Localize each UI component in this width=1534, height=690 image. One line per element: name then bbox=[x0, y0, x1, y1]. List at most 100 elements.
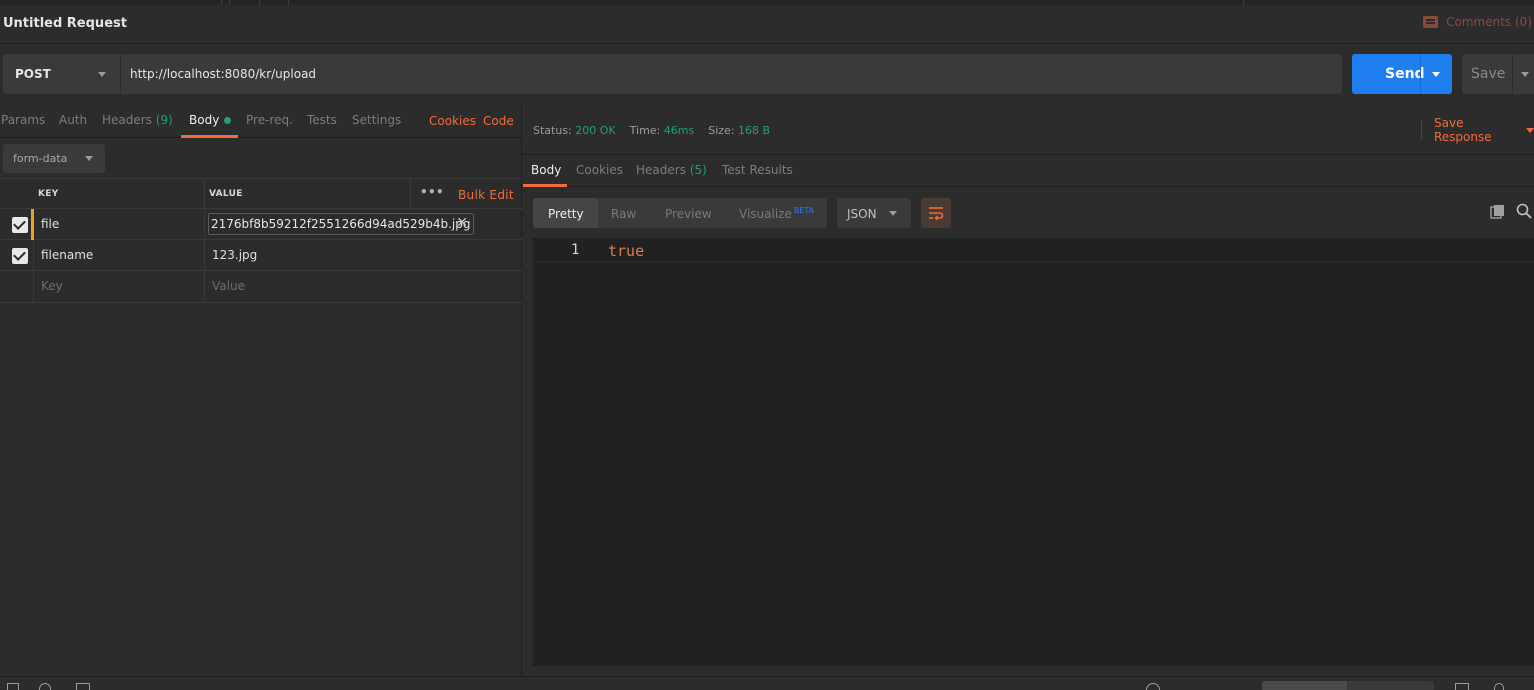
value-input[interactable]: Value bbox=[212, 279, 245, 293]
tab-separator bbox=[229, 0, 230, 5]
bulk-edit-link[interactable]: Bulk Edit bbox=[458, 188, 514, 202]
status-label: Status: bbox=[533, 124, 572, 137]
code-link[interactable]: Code bbox=[483, 114, 514, 128]
save-button[interactable]: Save bbox=[1462, 54, 1534, 94]
tab-response-headers[interactable]: Headers (5) bbox=[636, 163, 707, 177]
tab-response-cookies[interactable]: Cookies bbox=[576, 163, 623, 177]
build-browse-toggle[interactable] bbox=[1262, 681, 1434, 690]
response-meta: Status: 200 OK Time: 46ms Size: 168 B bbox=[533, 124, 770, 137]
pretty-label[interactable]: Pretty bbox=[548, 207, 584, 221]
tab-separator bbox=[221, 0, 222, 5]
send-divider bbox=[1420, 54, 1421, 94]
table-row: filename 123.jpg bbox=[0, 240, 522, 271]
tab-test-results[interactable]: Test Results bbox=[722, 163, 793, 177]
send-options-chevron-icon[interactable] bbox=[1432, 72, 1440, 77]
tab-settings[interactable]: Settings bbox=[352, 113, 401, 127]
url-value: http://localhost:8080/kr/upload bbox=[130, 67, 317, 81]
form-data-table: KEY VALUE ••• Bulk Edit file 2176bf8b592… bbox=[0, 178, 522, 303]
method-select[interactable]: POST bbox=[3, 54, 121, 94]
request-tabs: Params Auth Headers (9) Body Pre-req. Te… bbox=[0, 104, 522, 138]
row-checkbox[interactable] bbox=[12, 248, 28, 264]
tab-separator bbox=[259, 0, 260, 5]
save-divider bbox=[1512, 54, 1513, 94]
method-value: POST bbox=[15, 67, 51, 81]
comments-label: Comments (0) bbox=[1446, 15, 1532, 29]
file-chip[interactable]: 2176bf8b59212f2551266d94ad529b4b.jpg ✕ bbox=[208, 213, 474, 235]
language-value: JSON bbox=[847, 207, 877, 221]
time-label: Time: bbox=[629, 124, 661, 137]
save-response-button[interactable]: Save Response bbox=[1421, 116, 1534, 144]
sidebar-toggle-icon[interactable] bbox=[7, 683, 19, 690]
time-value[interactable]: 46ms bbox=[664, 124, 694, 137]
active-tab-underline bbox=[523, 184, 567, 187]
save-options-chevron-icon[interactable] bbox=[1521, 72, 1529, 77]
build-tab[interactable] bbox=[1262, 681, 1347, 690]
beta-badge: BETA bbox=[793, 206, 815, 215]
tab-params[interactable]: Params bbox=[1, 113, 45, 127]
chevron-down-icon bbox=[85, 156, 93, 161]
table-header: KEY VALUE ••• Bulk Edit bbox=[0, 178, 522, 209]
table-row: file 2176bf8b59212f2551266d94ad529b4b.jp… bbox=[0, 209, 522, 240]
tab-response-body[interactable]: Body bbox=[531, 163, 561, 177]
two-pane-icon[interactable] bbox=[1455, 683, 1469, 690]
console-icon[interactable] bbox=[76, 683, 90, 690]
more-options-icon[interactable]: ••• bbox=[420, 185, 444, 199]
wrap-icon bbox=[929, 207, 944, 221]
line-number: 1 bbox=[571, 242, 580, 258]
save-label: Save bbox=[1471, 66, 1506, 82]
status-value[interactable]: 200 OK bbox=[575, 124, 615, 137]
key-input[interactable]: Key bbox=[41, 279, 63, 293]
row-key[interactable]: file bbox=[41, 217, 59, 231]
comments-button[interactable]: Comments (0) bbox=[1423, 15, 1532, 29]
editor-current-line bbox=[533, 238, 1534, 262]
active-tab-underline bbox=[181, 135, 238, 138]
save-response-label: Save Response bbox=[1434, 116, 1492, 144]
preview-button[interactable]: Preview bbox=[665, 207, 712, 221]
visualize-label: Visualize bbox=[739, 207, 792, 221]
wrap-lines-button[interactable] bbox=[921, 198, 951, 228]
chevron-down-icon bbox=[1526, 127, 1534, 133]
search-icon[interactable] bbox=[1516, 203, 1532, 219]
chevron-down-icon bbox=[889, 211, 897, 216]
size-label: Size: bbox=[708, 124, 735, 137]
cookies-link[interactable]: Cookies bbox=[429, 114, 476, 128]
tab-headers-label: Headers bbox=[102, 113, 152, 127]
bootcamp-icon[interactable] bbox=[1146, 683, 1160, 690]
language-select[interactable]: JSON bbox=[837, 198, 911, 228]
send-button[interactable]: Send bbox=[1352, 54, 1452, 94]
body-mode-select[interactable]: form-data bbox=[3, 144, 105, 173]
response-tabs: Body Cookies Headers (5) Test Results bbox=[522, 154, 1534, 187]
tab-response-headers-count: (5) bbox=[689, 163, 707, 177]
response-content[interactable]: true bbox=[608, 242, 644, 260]
help-icon[interactable] bbox=[1494, 683, 1504, 690]
tab-prereq[interactable]: Pre-req. bbox=[246, 113, 293, 127]
response-body-editor[interactable] bbox=[533, 238, 1534, 666]
tab-separator bbox=[1243, 0, 1244, 5]
chevron-down-icon bbox=[98, 72, 106, 77]
tab-strip bbox=[0, 0, 1534, 5]
find-icon[interactable] bbox=[39, 683, 51, 690]
tab-body[interactable]: Body bbox=[189, 113, 232, 127]
column-value: VALUE bbox=[209, 189, 243, 199]
table-row-new: Key Value bbox=[0, 271, 522, 303]
body-mode-value: form-data bbox=[13, 152, 68, 165]
row-checkbox[interactable] bbox=[12, 217, 28, 233]
raw-button[interactable]: Raw bbox=[611, 207, 636, 221]
tab-auth[interactable]: Auth bbox=[59, 113, 87, 127]
row-key[interactable]: filename bbox=[41, 248, 93, 262]
row-value[interactable]: 123.jpg bbox=[212, 248, 257, 262]
request-title[interactable]: Untitled Request bbox=[3, 16, 127, 31]
title-bar bbox=[0, 0, 1534, 44]
tab-headers[interactable]: Headers (9) bbox=[102, 113, 173, 127]
close-icon[interactable]: ✕ bbox=[456, 215, 468, 231]
body-indicator-dot bbox=[224, 117, 232, 124]
row-active-indicator bbox=[31, 209, 34, 240]
url-input[interactable]: http://localhost:8080/kr/upload bbox=[121, 54, 1342, 94]
tab-tests[interactable]: Tests bbox=[307, 113, 337, 127]
copy-icon[interactable] bbox=[1490, 204, 1506, 220]
file-name: 2176bf8b59212f2551266d94ad529b4b.jpg bbox=[211, 217, 471, 231]
visualize-button[interactable]: Visualize BETA bbox=[739, 206, 815, 221]
size-value[interactable]: 168 B bbox=[738, 124, 770, 137]
tab-response-headers-label: Headers bbox=[636, 163, 686, 177]
column-divider bbox=[410, 178, 411, 209]
